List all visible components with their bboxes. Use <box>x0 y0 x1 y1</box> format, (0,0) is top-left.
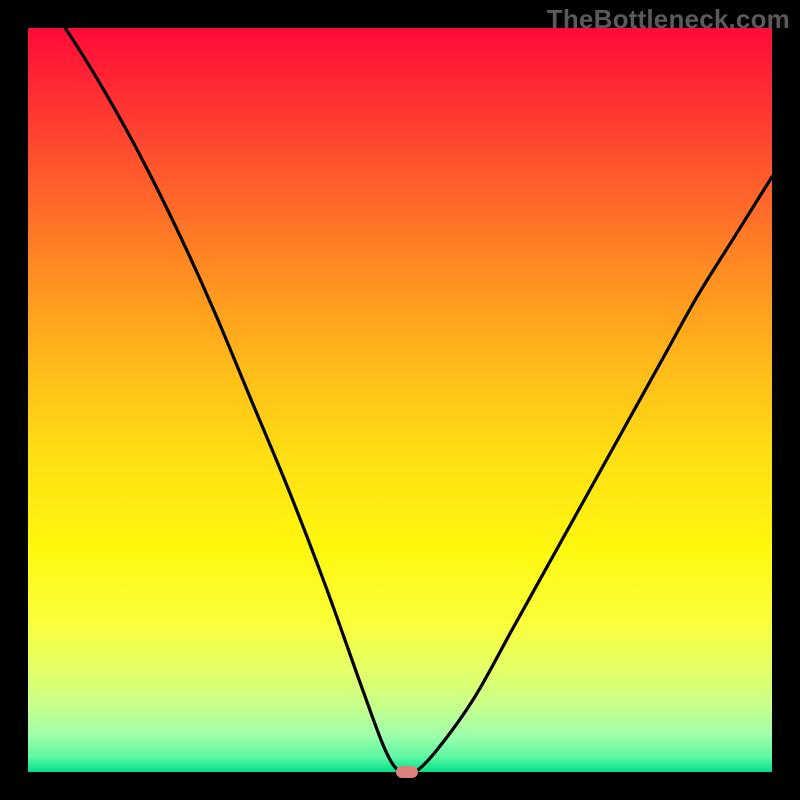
optimum-marker <box>396 766 418 778</box>
chart-frame: TheBottleneck.com <box>0 0 800 800</box>
bottleneck-curve <box>28 28 772 772</box>
watermark-text: TheBottleneck.com <box>547 4 790 35</box>
curve-path <box>28 28 772 772</box>
plot-area <box>28 28 772 772</box>
